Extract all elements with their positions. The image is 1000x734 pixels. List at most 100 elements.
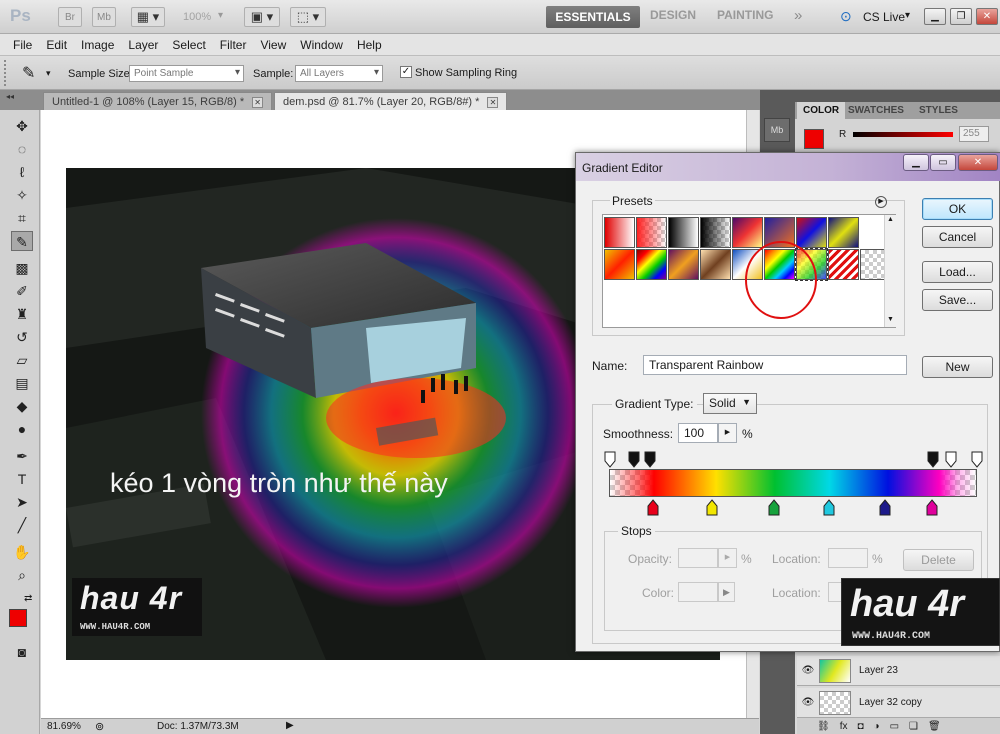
crop-tool-icon[interactable]: ⌗: [11, 208, 33, 228]
scroll-up-icon[interactable]: ▲: [887, 216, 894, 223]
color-stop-marker[interactable]: [706, 499, 718, 516]
adjustment-icon[interactable]: ◑: [874, 721, 880, 732]
dialog-close-button[interactable]: ✕: [958, 154, 998, 171]
color-stop-marker[interactable]: [768, 499, 780, 516]
sample-size-select[interactable]: Point Sample: [129, 65, 244, 82]
gradient-preset-swatch[interactable]: [828, 217, 859, 248]
menu-view[interactable]: View: [260, 38, 286, 52]
healing-brush-tool-icon[interactable]: ▩: [11, 258, 33, 278]
color-stops[interactable]: [600, 498, 990, 518]
gradient-preset-swatch[interactable]: [604, 217, 635, 248]
color-stop-marker[interactable]: [647, 499, 659, 516]
close-app-button[interactable]: ✕: [976, 8, 998, 25]
status-menu-arrow-icon[interactable]: ▶: [286, 720, 294, 731]
line-tool-icon[interactable]: ╱: [11, 515, 33, 535]
opacity-stop-marker[interactable]: [971, 451, 983, 468]
gradient-tool-icon[interactable]: ▤: [11, 373, 33, 393]
tab-untitled-1[interactable]: Untitled-1 @ 108% (Layer 15, RGB/8) * ✕: [43, 92, 273, 110]
dodge-tool-icon[interactable]: ●: [11, 419, 33, 439]
color-stop-marker[interactable]: [823, 499, 835, 516]
eye-icon[interactable]: 👁: [797, 665, 819, 676]
screen-mode-button[interactable]: ⬚ ▾: [290, 7, 326, 27]
r-channel-slider[interactable]: [853, 132, 953, 137]
cancel-button[interactable]: Cancel: [922, 226, 993, 248]
minimize-button[interactable]: ▁: [924, 8, 946, 25]
cs-live-button[interactable]: CS Live: [863, 10, 905, 24]
opacity-location-input[interactable]: [828, 548, 868, 568]
opacity-stop-marker[interactable]: [628, 451, 640, 468]
workspace-design[interactable]: DESIGN: [650, 8, 696, 22]
type-tool-icon[interactable]: T: [11, 469, 33, 489]
gradient-preset-swatch[interactable]: [700, 217, 731, 248]
blur-tool-icon[interactable]: ◆: [11, 396, 33, 416]
gradient-preset-swatch[interactable]: [828, 249, 859, 280]
gradient-name-input[interactable]: Transparent Rainbow: [643, 355, 907, 375]
scroll-down-icon[interactable]: ▼: [887, 316, 894, 323]
opacity-input[interactable]: [678, 548, 718, 568]
opacity-stepper-icon[interactable]: ▶: [718, 548, 737, 568]
dialog-minimize-button[interactable]: ▁: [903, 154, 929, 171]
marquee-tool-icon[interactable]: ◌: [11, 139, 33, 159]
status-zoom[interactable]: 81.69%: [47, 721, 81, 732]
eyedropper-tool-icon[interactable]: ✎: [11, 231, 33, 251]
restore-button[interactable]: ❐: [950, 8, 972, 25]
stop-color-menu-icon[interactable]: ▶: [718, 582, 735, 602]
pen-tool-icon[interactable]: ✒: [11, 446, 33, 466]
gradient-preset-swatch[interactable]: [700, 249, 731, 280]
tab-close-icon[interactable]: ✕: [252, 97, 264, 108]
menu-file[interactable]: File: [13, 38, 32, 52]
workspace-painting[interactable]: PAINTING: [717, 8, 773, 22]
preset-chevron-icon[interactable]: ▾: [46, 68, 51, 79]
tab-dem-psd[interactable]: dem.psd @ 81.7% (Layer 20, RGB/8#) * ✕: [274, 92, 508, 110]
zoom-level-dropdown[interactable]: 100%: [183, 11, 211, 23]
layer-row[interactable]: 👁 Layer 23: [797, 656, 1000, 686]
color-stop-marker[interactable]: [879, 499, 891, 516]
menu-edit[interactable]: Edit: [46, 38, 67, 52]
opacity-stop-marker[interactable]: [945, 451, 957, 468]
gradient-preset-swatch[interactable]: [636, 217, 667, 248]
group-icon[interactable]: ▭: [890, 721, 899, 732]
eyedropper-preset-icon[interactable]: ✎: [22, 63, 35, 83]
new-layer-icon[interactable]: ❏: [909, 721, 918, 732]
layer-row[interactable]: 👁 Layer 32 copy: [797, 688, 1000, 718]
show-ring-checkbox[interactable]: ✓: [400, 66, 412, 78]
collapse-toolbox-icon[interactable]: ◂◂: [6, 92, 14, 101]
smoothness-stepper-icon[interactable]: ▶: [718, 423, 737, 443]
sample-select[interactable]: All Layers: [295, 65, 383, 82]
new-button[interactable]: New: [922, 356, 993, 378]
r-channel-value[interactable]: 255: [959, 126, 989, 142]
mask-icon[interactable]: ◘: [857, 721, 863, 732]
hand-tool-icon[interactable]: ✋: [11, 542, 33, 562]
gradient-type-select[interactable]: Solid ▼: [703, 393, 757, 414]
opacity-stop-marker[interactable]: [644, 451, 656, 468]
status-info-icon[interactable]: ⊚: [95, 720, 104, 733]
menu-help[interactable]: Help: [357, 38, 382, 52]
dialog-maximize-button[interactable]: ▭: [930, 154, 956, 171]
menu-filter[interactable]: Filter: [220, 38, 247, 52]
panel-foreground-swatch[interactable]: [804, 129, 824, 149]
menu-window[interactable]: Window: [300, 38, 343, 52]
clone-stamp-tool-icon[interactable]: ♜: [11, 304, 33, 324]
workspace-essentials[interactable]: ESSENTIALS: [546, 6, 640, 28]
presets-menu-icon[interactable]: ▶: [875, 196, 887, 208]
quick-mask-icon[interactable]: ◙: [11, 642, 33, 662]
view-extras-button[interactable]: ▦ ▾: [131, 7, 165, 27]
tab-swatches[interactable]: SWATCHES: [842, 102, 910, 119]
more-workspaces-icon[interactable]: »: [794, 7, 802, 24]
opacity-stop-marker[interactable]: [604, 451, 616, 468]
quick-select-tool-icon[interactable]: ✧: [11, 185, 33, 205]
menu-image[interactable]: Image: [81, 38, 114, 52]
arrange-documents-button[interactable]: ▣ ▾: [244, 7, 280, 27]
stop-color-swatch[interactable]: [678, 582, 718, 602]
gradient-preset-swatch[interactable]: [604, 249, 635, 280]
swap-colors-icon[interactable]: ⇄: [24, 593, 32, 604]
tab-close-icon[interactable]: ✕: [487, 97, 499, 108]
history-brush-tool-icon[interactable]: ↺: [11, 327, 33, 347]
save-button[interactable]: Save...: [922, 289, 993, 311]
menu-layer[interactable]: Layer: [128, 38, 158, 52]
lasso-tool-icon[interactable]: ℓ: [11, 162, 33, 182]
options-grip[interactable]: [4, 60, 8, 86]
bridge-button[interactable]: Br: [58, 7, 82, 27]
load-button[interactable]: Load...: [922, 261, 993, 283]
cs-live-icon[interactable]: ⊙: [840, 8, 852, 25]
